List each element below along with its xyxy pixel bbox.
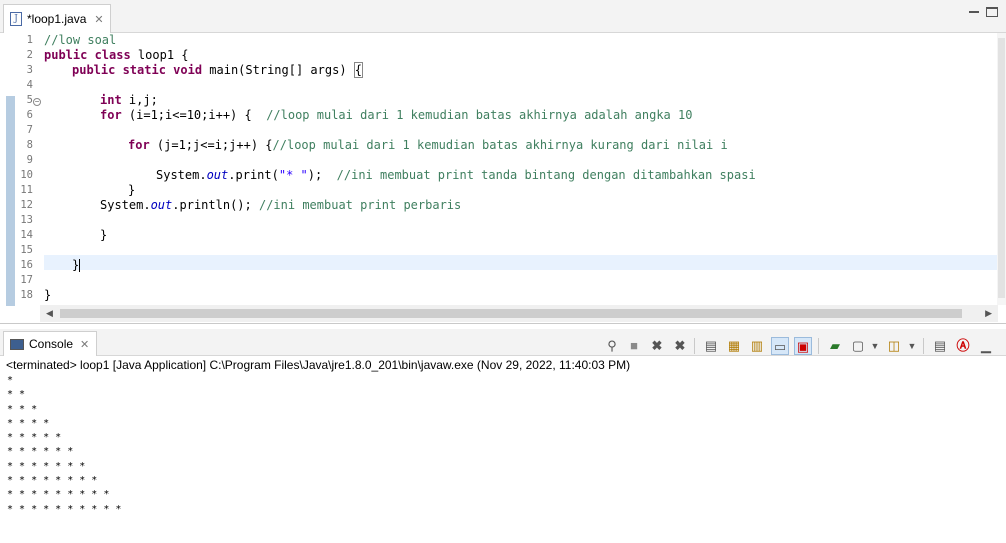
java-file-icon: J xyxy=(10,12,22,26)
line-number-gutter: 1 2 3 4 5 6 7 8 9 10 11 12 13 14 15 16 1… xyxy=(0,33,41,306)
pin-icon[interactable]: ⚲ xyxy=(603,337,621,355)
chevron-down-icon[interactable]: ▼ xyxy=(866,337,884,355)
line-number: 3 xyxy=(26,64,33,76)
line-number: 8 xyxy=(26,139,33,151)
console-icon xyxy=(10,338,24,350)
remove-launch-icon[interactable]: ✖ xyxy=(648,337,666,355)
code-line: } xyxy=(44,288,52,302)
close-icon[interactable]: ✕ xyxy=(94,13,103,26)
show-on-stderr-icon[interactable]: ▣ xyxy=(794,337,812,355)
output-line: * * * * xyxy=(7,417,50,429)
remove-all-launches-icon[interactable]: ✖ xyxy=(671,337,689,355)
editor-tab-loop1[interactable]: J *loop1.java ✕ xyxy=(3,4,111,33)
code-line: } xyxy=(100,228,108,242)
scroll-left-icon[interactable]: ◀ xyxy=(46,308,53,319)
line-number: 7 xyxy=(26,124,33,136)
line-number: 1 xyxy=(26,34,33,46)
console-tab-label: Console xyxy=(29,337,74,351)
text-caret xyxy=(79,259,81,272)
output-line: * xyxy=(7,375,14,386)
code-line: int i,j; xyxy=(100,93,158,107)
toolbar-separator xyxy=(694,338,695,354)
close-icon[interactable]: ✕ xyxy=(80,338,89,351)
console-tab[interactable]: Console ✕ xyxy=(3,331,97,356)
line-number: 18 xyxy=(20,289,33,301)
line-number: 17 xyxy=(20,274,33,286)
collapse-icon[interactable]: − xyxy=(33,98,41,106)
tasks-icon[interactable]: ▤ xyxy=(931,337,949,355)
code-line: for (i=1;i<=10;i++) { //loop mulai dari … xyxy=(100,108,693,122)
line-number: 9 xyxy=(26,154,33,166)
line-number: 10 xyxy=(20,169,33,181)
scroll-thumb[interactable] xyxy=(60,309,962,318)
output-line: * * * * * * * * xyxy=(7,475,98,487)
console-tab-bar: Console ✕ ⚲ ■ ✖ ✖ ▤ ▦ ▥ ▭ ▣ ▰ ▢ ▼ ◫ ▼ ▤ … xyxy=(0,329,1006,356)
word-wrap-icon[interactable]: ▥ xyxy=(748,337,766,355)
line-number: 14 xyxy=(20,229,33,241)
output-line: * * * * * * * * * * xyxy=(7,503,122,515)
code-line: System.out.print("* "); //ini membuat pr… xyxy=(156,168,756,182)
line-number: 12 xyxy=(20,199,33,211)
code-line: public class loop1 { xyxy=(44,48,189,62)
code-line: for (j=1;j<=i;j++) {//loop mulai dari 1 … xyxy=(128,138,728,152)
code-line: } xyxy=(72,258,81,272)
editor-tab-bar: J *loop1.java ✕ xyxy=(0,0,1006,33)
console-output[interactable]: * * * * * * * * * * * * * * * * * * * * … xyxy=(7,374,121,517)
line-number: 5 xyxy=(26,94,33,106)
line-number: 6 xyxy=(26,109,33,121)
line-number: 11 xyxy=(20,184,33,196)
output-line: * * xyxy=(7,389,26,401)
code-line: //low soal xyxy=(44,33,117,47)
console-process-header: <terminated> loop1 [Java Application] C:… xyxy=(6,358,631,372)
line-number: 16 xyxy=(20,259,33,271)
toolbar-separator xyxy=(923,338,924,354)
console-view: Console ✕ ⚲ ■ ✖ ✖ ▤ ▦ ▥ ▭ ▣ ▰ ▢ ▼ ◫ ▼ ▤ … xyxy=(0,325,1006,543)
line-number: 2 xyxy=(26,49,33,61)
line-number: 15 xyxy=(20,244,33,256)
toolbar-separator xyxy=(818,338,819,354)
line-number: 13 xyxy=(20,214,33,226)
current-line-highlight xyxy=(44,255,997,270)
line-number: 4 xyxy=(26,79,33,91)
pin-console-icon[interactable]: Ⓐ xyxy=(954,337,972,355)
show-on-stdout-icon[interactable]: ▭ xyxy=(771,337,789,355)
code-editor[interactable]: J *loop1.java ✕ 1 2 3 4 5 6 7 8 9 10 11 … xyxy=(0,0,1006,324)
editor-tab-label: *loop1.java xyxy=(27,12,87,26)
maximize-icon[interactable] xyxy=(986,7,998,17)
output-line: * * * * * * * xyxy=(7,460,86,472)
code-area[interactable]: //low soal public class loop1 { public s… xyxy=(44,33,998,305)
chevron-down-icon[interactable]: ▼ xyxy=(903,337,921,355)
code-line: System.out.println(); //ini membuat prin… xyxy=(100,198,462,212)
minimize-icon[interactable]: ▁ xyxy=(977,337,995,355)
output-line: * * * xyxy=(7,403,38,415)
open-console-icon[interactable]: ▰ xyxy=(826,337,844,355)
terminate-icon[interactable]: ■ xyxy=(625,337,643,355)
horizontal-scrollbar[interactable]: ◀ ▶ xyxy=(40,305,998,322)
code-line: } xyxy=(128,183,136,197)
vertical-scrollbar[interactable] xyxy=(997,33,1006,305)
minimize-icon[interactable] xyxy=(968,7,980,17)
scroll-lock-icon[interactable]: ▦ xyxy=(725,337,743,355)
clear-console-icon[interactable]: ▤ xyxy=(702,337,720,355)
output-line: * * * * * * * * * xyxy=(7,489,110,501)
output-line: * * * * * * xyxy=(7,446,74,458)
display-selected-console-icon[interactable]: ▢ xyxy=(849,337,867,355)
output-line: * * * * * xyxy=(7,432,62,444)
new-console-icon[interactable]: ◫ xyxy=(885,337,903,355)
scroll-thumb[interactable] xyxy=(998,38,1005,298)
code-line: public static void main(String[] args) { xyxy=(72,62,363,78)
scroll-right-icon[interactable]: ▶ xyxy=(985,308,992,319)
